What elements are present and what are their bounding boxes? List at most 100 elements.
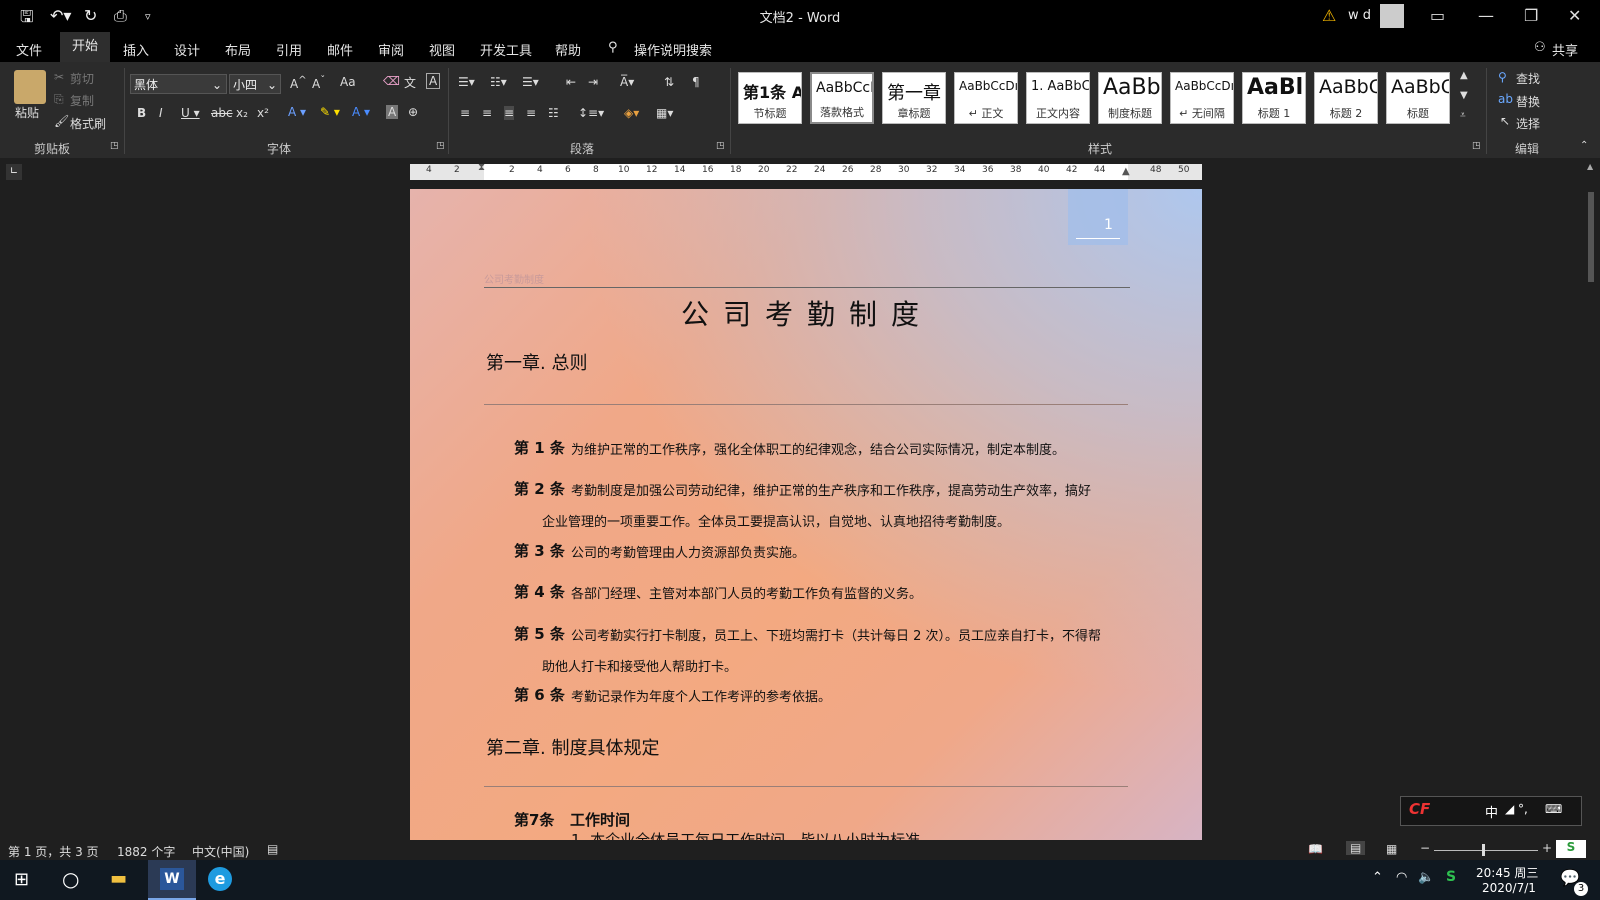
read-mode-icon[interactable]: 📖 [1308, 842, 1323, 856]
decrease-indent-icon[interactable]: ⇤ [566, 75, 576, 89]
style-item[interactable]: AaBbCcDı ↵ 正文 [954, 72, 1018, 124]
vertical-scrollbar[interactable]: ▲ [1582, 162, 1600, 840]
volume-icon[interactable]: 🔈 [1418, 870, 1434, 885]
bold-icon[interactable]: B [137, 106, 146, 120]
ribbon-display-icon[interactable]: ▭ [1430, 6, 1445, 25]
minimize-icon[interactable]: — [1478, 6, 1494, 25]
replace-button[interactable]: 替换 [1516, 93, 1540, 110]
macro-icon[interactable]: ▤ [267, 842, 278, 856]
ime-toolbar[interactable]: CF 中 ◢ °, ⌨ [1400, 796, 1582, 826]
format-painter-icon[interactable]: 🖌 [54, 114, 69, 128]
zoom-slider[interactable] [1434, 850, 1538, 851]
avatar[interactable] [1380, 4, 1404, 28]
cut-icon[interactable]: ✂ [54, 70, 64, 84]
subscript-icon[interactable]: x₂ [236, 106, 248, 120]
dialog-launcher-icon[interactable]: ◳ [716, 141, 725, 151]
sogou-icon[interactable]: S [1556, 840, 1586, 858]
scroll-up-icon[interactable]: ▲ [1587, 162, 1593, 171]
justify-icon[interactable]: ≡ [526, 106, 536, 120]
indent-marker-icon[interactable]: ⧗ [478, 162, 485, 173]
text-effects-icon[interactable]: A ▾ [288, 105, 306, 119]
ime-mode[interactable]: 中 [1485, 802, 1498, 821]
tab-mailings[interactable]: 邮件 [327, 40, 353, 59]
paste-button[interactable]: 粘贴 [15, 104, 39, 121]
copy-icon[interactable]: ⎘ [54, 92, 64, 107]
print-layout-icon[interactable]: ▤ [1346, 841, 1366, 855]
word-count[interactable]: 1882 个字 [117, 843, 175, 860]
strikethrough-icon[interactable]: abc [211, 106, 233, 120]
dialog-launcher-icon[interactable]: ◳ [110, 141, 119, 151]
change-case-button[interactable]: Aa [340, 75, 356, 89]
ime-punct-icon[interactable]: ◢ °, [1505, 802, 1528, 816]
scroll-thumb[interactable] [1588, 192, 1594, 282]
style-item[interactable]: AaBbC制度标题 [1098, 72, 1162, 124]
shading-icon[interactable]: ◈▾ [624, 106, 639, 120]
superscript-icon[interactable]: x² [257, 106, 269, 120]
tab-layout[interactable]: 布局 [225, 40, 251, 59]
increase-indent-icon[interactable]: ⇥ [588, 75, 598, 89]
style-item[interactable]: 第一章 章标题 [882, 72, 946, 124]
style-item[interactable]: AaBbCcD落款格式 [810, 72, 874, 124]
tell-me-search[interactable]: 操作说明搜索 [634, 40, 712, 59]
sort-icon[interactable]: ⇅ [664, 75, 674, 89]
browser-icon[interactable]: e [208, 867, 232, 891]
clock-date[interactable]: 2020/7/1 [1482, 881, 1536, 895]
select-icon[interactable]: ↖ [1500, 114, 1510, 128]
bullets-icon[interactable]: ☰▾ [458, 75, 475, 89]
windows-start-icon[interactable]: ⊞ [14, 869, 29, 890]
right-indent-marker-icon[interactable]: ▲ [1122, 166, 1130, 177]
grow-font-icon[interactable]: A^ [290, 75, 307, 91]
paste-icon[interactable] [14, 70, 46, 104]
style-item[interactable]: 第1条 A 节标题 [738, 72, 802, 124]
style-item[interactable]: AaBbC 标题 2 [1314, 72, 1378, 124]
style-item[interactable]: AaBbCcDı ↵ 无间隔 [1170, 72, 1234, 124]
align-right-icon[interactable]: ≡ [504, 106, 515, 120]
user-name[interactable]: w d [1348, 8, 1371, 23]
tab-file[interactable]: 文件 [16, 40, 42, 59]
wifi-icon[interactable]: ◠ [1396, 870, 1407, 885]
borders-icon[interactable]: ▦▾ [656, 106, 673, 120]
tab-view[interactable]: 视图 [429, 40, 455, 59]
italic-icon[interactable]: I [159, 106, 163, 120]
text-direction-icon[interactable]: A̅▾ [620, 75, 634, 89]
dialog-launcher-icon[interactable]: ◳ [436, 141, 445, 151]
replace-icon[interactable]: ab [1498, 92, 1513, 106]
format-painter-button[interactable]: 格式刷 [70, 115, 106, 132]
line-spacing-icon[interactable]: ↕≡▾ [578, 106, 604, 120]
underline-icon[interactable]: U ▾ [181, 106, 200, 120]
zoom-thumb[interactable] [1482, 844, 1485, 856]
find-icon[interactable]: ⚲ [1498, 70, 1507, 84]
font-size-select[interactable]: 小四 ⌄ [229, 74, 281, 94]
enclose-char-icon[interactable]: ⊕ [408, 105, 418, 119]
language-status[interactable]: 中文(中国) [192, 843, 249, 860]
numbering-icon[interactable]: ☷▾ [490, 75, 507, 89]
clock-time[interactable]: 20:45 周三 [1476, 864, 1538, 881]
page-count[interactable]: 第 1 页，共 3 页 [8, 843, 99, 860]
close-icon[interactable]: ✕ [1568, 6, 1581, 25]
multilevel-list-icon[interactable]: ☰▾ [522, 75, 539, 89]
restore-icon[interactable]: ❐ [1524, 6, 1538, 25]
style-item[interactable]: 1. AaBbC 正文内容 [1026, 72, 1090, 124]
copy-button[interactable]: 复制 [70, 92, 94, 109]
tab-insert[interactable]: 插入 [123, 40, 149, 59]
select-button[interactable]: 选择 [1516, 115, 1540, 132]
zoom-out-icon[interactable]: − [1420, 841, 1430, 855]
tab-references[interactable]: 引用 [276, 40, 302, 59]
char-border-icon[interactable]: A [426, 73, 441, 89]
distributed-icon[interactable]: ☷ [548, 106, 559, 120]
document-page[interactable]: 1 公司考勤制度 公司考勤制度 第一章. 总则 第 1 条 为维护正常的工作秩序… [410, 189, 1202, 840]
warning-icon[interactable]: ⚠ [1322, 6, 1336, 25]
keyboard-icon[interactable]: ⌨ [1545, 802, 1562, 816]
style-item[interactable]: AaBbC 标题 [1386, 72, 1450, 124]
tab-help[interactable]: 帮助 [555, 40, 581, 59]
web-layout-icon[interactable]: ▦ [1386, 842, 1397, 856]
gallery-down-icon[interactable]: ▼ [1460, 90, 1468, 101]
highlight-icon[interactable]: ✎ ▾ [320, 105, 340, 119]
find-button[interactable]: 查找 [1516, 70, 1540, 87]
tab-home[interactable]: 开始 [60, 32, 111, 62]
zoom-in-icon[interactable]: + [1542, 841, 1552, 855]
file-explorer-icon[interactable]: ▬ [110, 868, 127, 889]
align-left-icon[interactable]: ≡ [460, 106, 470, 120]
tab-design[interactable]: 设计 [174, 40, 200, 59]
tab-review[interactable]: 审阅 [378, 40, 404, 59]
